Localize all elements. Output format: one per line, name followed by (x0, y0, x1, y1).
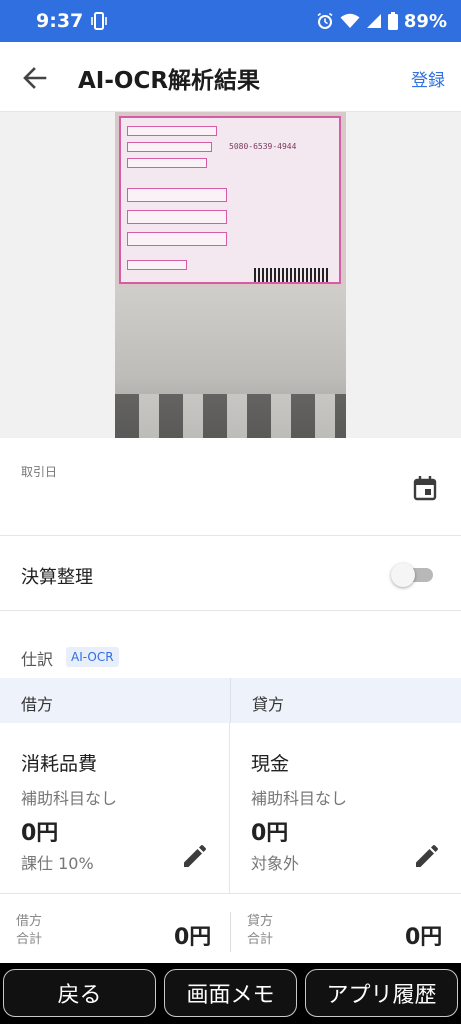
register-button[interactable]: 登録 (411, 66, 445, 91)
calendar-icon[interactable] (411, 474, 439, 502)
date-label: 取引日 (21, 465, 58, 479)
debit-total-label-2: 合計 (16, 932, 43, 947)
form-row (127, 142, 212, 152)
journal-header: 仕訳 AI-OCR (0, 612, 461, 678)
app-bar: AI-OCR解析結果 登録 (0, 42, 461, 112)
debit-entry[interactable]: 消耗品費 補助科目なし 0円 課仕 10% (0, 723, 230, 893)
totals-divider (230, 912, 231, 952)
screen-memo-button[interactable]: 画面メモ (164, 969, 297, 1017)
status-bar: 9:37 89% (0, 0, 461, 42)
debit-header-label: 借方 (21, 695, 54, 714)
edit-pencil-icon[interactable] (181, 844, 207, 870)
bottom-nav-bar: 戻る 画面メモ アプリ履歴 (0, 963, 461, 1024)
form-row (127, 188, 227, 202)
settlement-label: 決算整理 (21, 567, 93, 588)
debit-account: 消耗品費 (21, 753, 98, 775)
credit-amount: 0円 (251, 821, 289, 846)
settlement-toggle[interactable] (391, 563, 433, 587)
form-row (127, 210, 227, 224)
battery-percent: 89% (403, 10, 447, 32)
credit-header-label: 貸方 (252, 695, 285, 714)
form-row (127, 260, 187, 270)
debit-sub-account: 補助科目なし (21, 789, 118, 808)
form-row (127, 158, 207, 168)
debit-amount: 0円 (21, 821, 59, 846)
barcode (254, 268, 329, 282)
status-time: 9:37 (36, 10, 84, 32)
debit-tax: 課仕 10% (21, 854, 94, 873)
form-number: 5080-6539-4944 (229, 142, 297, 151)
debit-total-amount: 0円 (174, 925, 212, 950)
status-left: 9:37 (36, 10, 108, 32)
back-button[interactable]: 戻る (3, 969, 156, 1017)
journal-label: 仕訳 (21, 650, 54, 669)
date-field[interactable]: 取引日 (0, 438, 461, 536)
form-row (127, 126, 217, 136)
debit-header: 借方 (0, 678, 230, 723)
ai-ocr-badge: AI-OCR (66, 647, 119, 667)
edit-pencil-icon[interactable] (413, 844, 439, 870)
totals-row: 借方 合計 0円 貸方 合計 0円 (0, 893, 461, 963)
credit-total-label-1: 貸方 (247, 914, 274, 929)
credit-account: 現金 (251, 753, 290, 775)
page-title: AI-OCR解析結果 (78, 68, 261, 94)
debit-total-label-1: 借方 (16, 914, 43, 929)
credit-total-label-2: 合計 (247, 932, 274, 947)
settlement-row: 決算整理 (0, 537, 461, 611)
photo-stripes (115, 394, 346, 438)
credit-tax: 対象外 (251, 854, 300, 873)
signal-icon (366, 14, 381, 28)
credit-entry[interactable]: 現金 補助科目なし 0円 対象外 (230, 723, 461, 893)
alarm-icon (317, 12, 333, 29)
credit-header: 貸方 (230, 678, 461, 723)
battery-icon (387, 12, 398, 30)
credit-sub-account: 補助科目なし (251, 789, 348, 808)
credit-total-label: 貸方 合計 (247, 913, 287, 949)
arrow-left-icon[interactable] (20, 63, 50, 93)
debit-total-label: 借方 合計 (16, 913, 56, 949)
receipt-photo[interactable]: 5080-6539-4944 (115, 112, 346, 438)
status-right: 89% (316, 11, 447, 32)
credit-total-amount: 0円 (405, 925, 443, 950)
wifi-icon (340, 13, 360, 28)
receipt-image-area: 5080-6539-4944 (0, 112, 461, 438)
form-row (127, 232, 227, 246)
toggle-knob (391, 563, 415, 587)
receipt-form: 5080-6539-4944 (119, 116, 341, 284)
app-history-button[interactable]: アプリ履歴 (305, 969, 458, 1017)
vibrate-icon (91, 12, 108, 30)
